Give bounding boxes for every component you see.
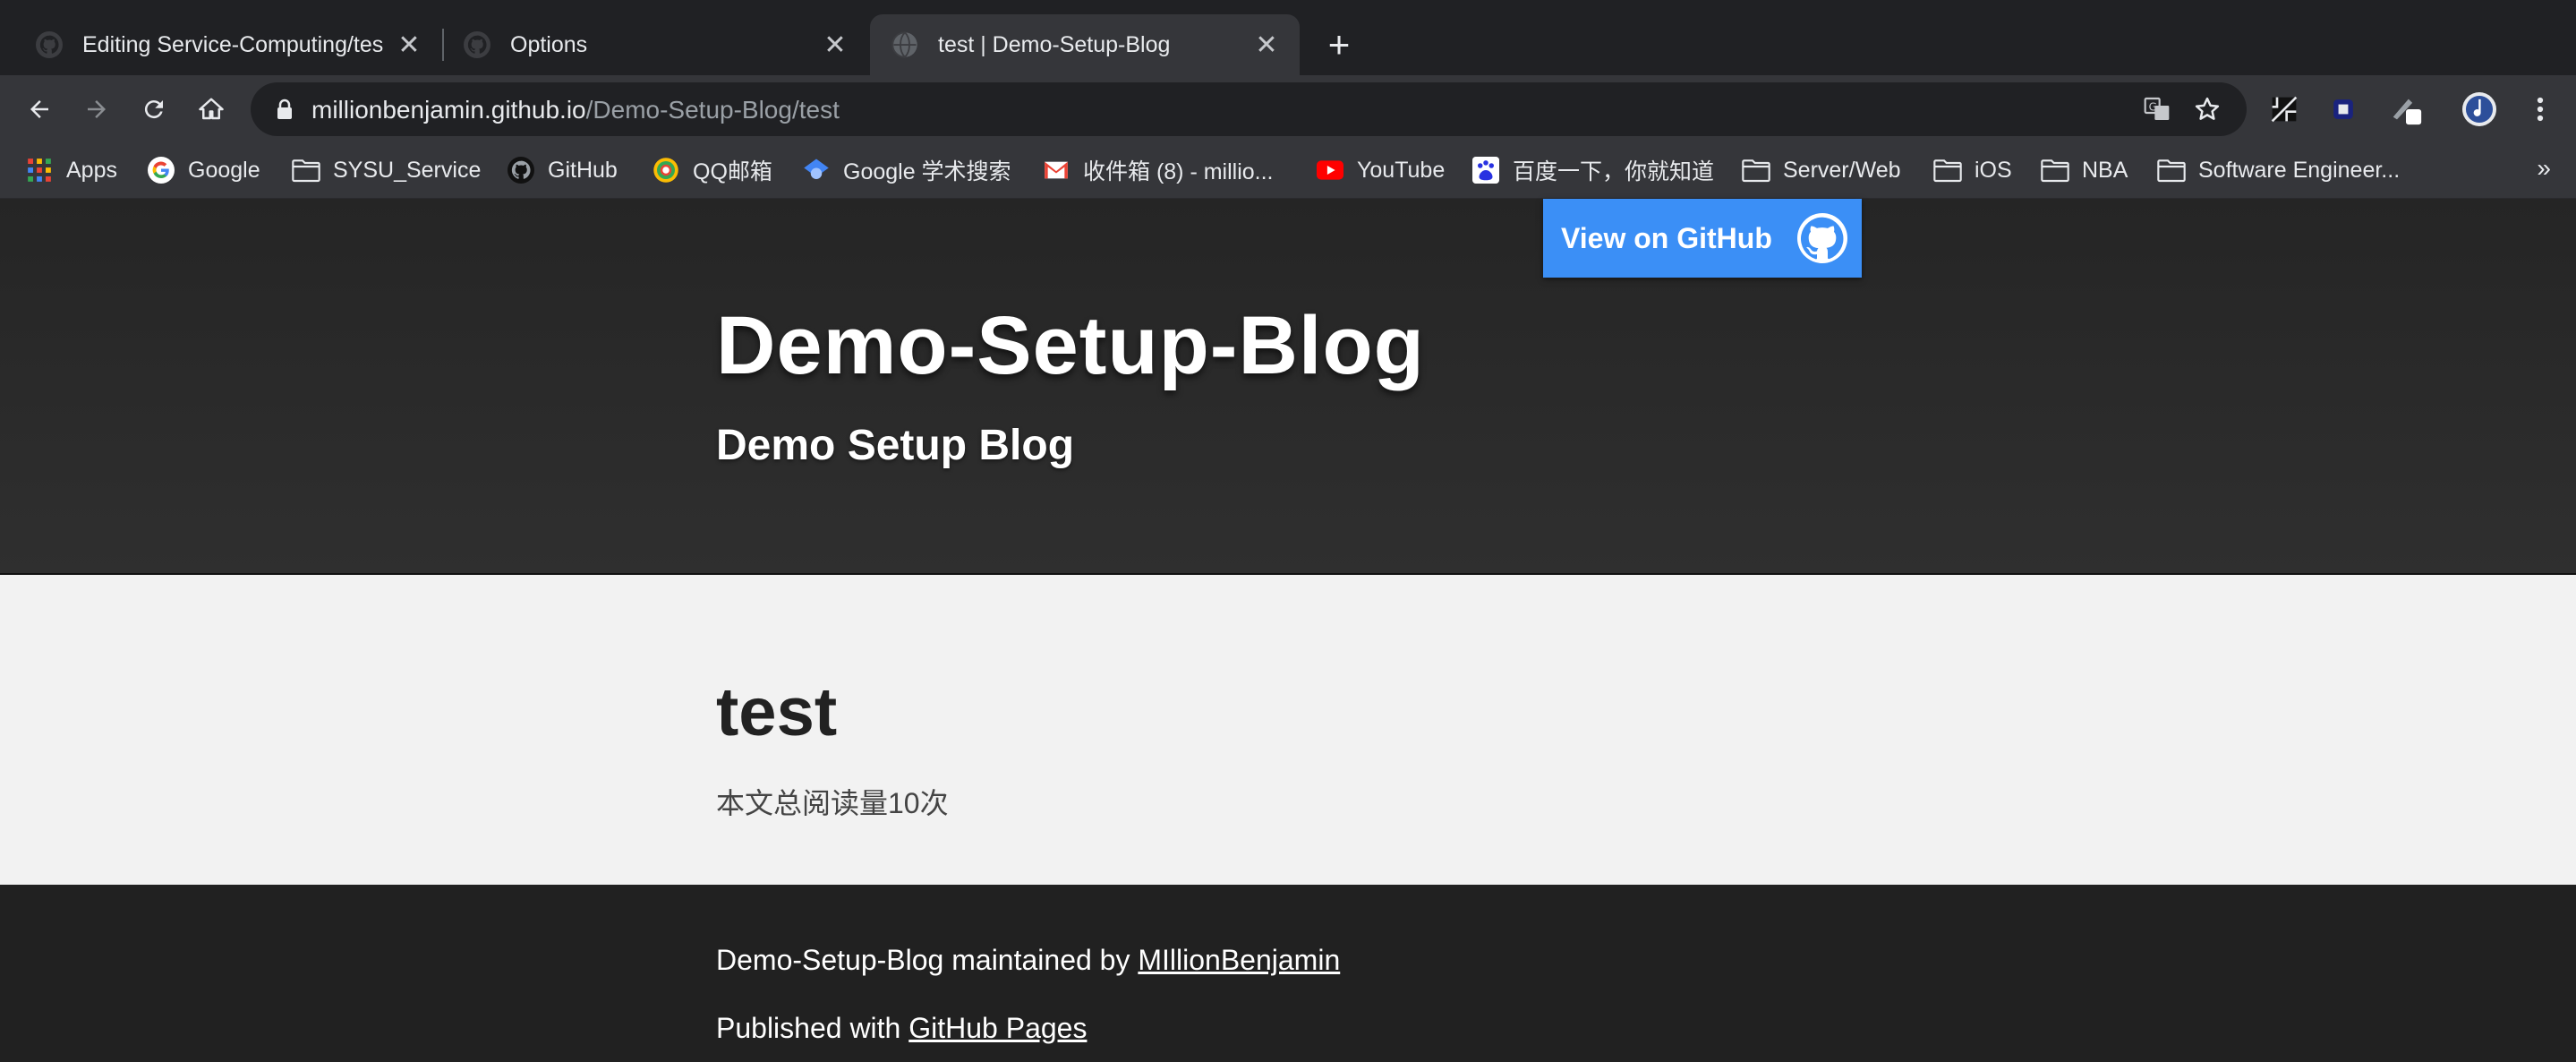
home-icon (199, 98, 224, 120)
bookmark-label: 收件箱 (8) - millio... (1083, 159, 1274, 184)
folder-icon (1933, 156, 1962, 184)
bookmark-baidu[interactable]: 百度一下，你就知道 (1471, 152, 1714, 188)
youtube-icon (1316, 156, 1344, 184)
bookmark-google[interactable]: Google (147, 152, 260, 188)
tab-title: Editing Service-Computing/tes (82, 31, 384, 57)
folder-icon (292, 156, 320, 184)
reload-icon (144, 100, 163, 119)
site-footer: Demo-Setup-Blog maintained by MIllionBen… (0, 885, 2576, 1062)
post-title: test (716, 674, 838, 750)
tab-title: test | Demo-Setup-Blog (938, 31, 1171, 57)
browser-toolbar: millionbenjamin.github.io/Demo-Setup-Blo… (0, 75, 2576, 143)
bookmark-label: 百度一下，你就知道 (1513, 159, 1715, 184)
bookmark-label: GitHub (548, 157, 618, 183)
back-button[interactable] (18, 88, 61, 131)
bookmark-label: Google 学术搜索 (843, 159, 1011, 184)
forward-arrow-icon (88, 100, 106, 118)
home-button[interactable] (190, 88, 233, 131)
bookmark-server-web[interactable]: Server/Web (1742, 152, 1901, 188)
bookmark-label: YouTube (1357, 157, 1446, 183)
globe-icon (891, 31, 918, 58)
github-icon (507, 156, 535, 184)
maintained-prefix: Demo-Setup-Blog maintained by (716, 944, 1139, 976)
post-content: test 本文总阅读量10次 (0, 575, 2576, 885)
github-icon (464, 31, 490, 58)
extension-screenshot-icon[interactable] (2263, 88, 2306, 131)
bookmark-google-scholar[interactable]: Google 学术搜索 (802, 152, 1011, 188)
menu-kebab-icon[interactable] (2519, 88, 2562, 131)
tab-editing-service-computing[interactable]: Editing Service-Computing/tes ✕ (0, 14, 442, 75)
profile-avatar-icon[interactable] (2458, 88, 2501, 131)
bookmark-label: Apps (66, 157, 117, 183)
url-path: /Demo-Setup-Blog/test (585, 96, 840, 124)
tab-options[interactable]: Options ✕ (444, 14, 868, 75)
tab-title: Options (510, 31, 588, 57)
bookmark-star-icon[interactable] (2189, 91, 2225, 127)
footer-published-line: Published with GitHub Pages (716, 1012, 1087, 1045)
gmail-icon (1042, 156, 1070, 184)
apps-grid-icon (25, 156, 54, 184)
bookmark-nba[interactable]: NBA (2041, 152, 2128, 188)
new-tab-button[interactable]: + (1318, 23, 1361, 66)
bookmark-label: Software Engineer... (2198, 157, 2401, 183)
site-title: Demo-Setup-Blog (716, 300, 1425, 391)
bookmarks-overflow-chevron-icon[interactable]: » (2537, 154, 2551, 183)
bookmark-qq-mail[interactable]: QQ邮箱 (652, 152, 772, 188)
view-on-github-button[interactable]: View on GitHub (1543, 199, 1862, 278)
bookmarks-bar: Apps Google SYSU_Service GitHub QQ邮箱 Goo… (0, 143, 2576, 199)
bookmark-sysu-service[interactable]: SYSU_Service (292, 152, 481, 188)
view-on-github-label: View on GitHub (1561, 221, 1772, 254)
bookmark-label: SYSU_Service (333, 157, 482, 183)
extension-pen-icon[interactable] (2384, 88, 2427, 131)
folder-icon (1742, 156, 1770, 184)
github-pages-link[interactable]: GitHub Pages (908, 1012, 1087, 1044)
github-icon (36, 31, 63, 58)
address-bar[interactable]: millionbenjamin.github.io/Demo-Setup-Blo… (251, 82, 2247, 136)
read-count: 本文总阅读量10次 (716, 787, 949, 819)
bookmark-ios[interactable]: iOS (1933, 152, 2012, 188)
baidu-icon (1471, 156, 1500, 184)
google-icon (147, 156, 175, 184)
bookmark-apps[interactable]: Apps (25, 152, 117, 188)
bookmark-label: QQ邮箱 (693, 159, 772, 184)
folder-icon (2157, 156, 2186, 184)
translate-icon[interactable]: G (2139, 91, 2175, 127)
site-description: Demo Setup Blog (716, 422, 1075, 469)
maintainer-link[interactable]: MIllionBenjamin (1138, 944, 1340, 976)
github-octocat-icon (1797, 213, 1847, 263)
tab-strip: Editing Service-Computing/tes ✕ Options … (0, 0, 2576, 75)
url-domain: millionbenjamin.github.io (311, 96, 586, 124)
bookmark-label: Server/Web (1783, 157, 1901, 183)
lock-icon[interactable] (276, 98, 294, 124)
published-prefix: Published with (716, 1012, 909, 1044)
bookmark-label: iOS (1975, 157, 2012, 183)
bookmark-youtube[interactable]: YouTube (1316, 152, 1445, 188)
tab-test-demo-setup-blog[interactable]: test | Demo-Setup-Blog ✕ (870, 14, 1300, 75)
close-icon[interactable]: ✕ (822, 30, 849, 60)
qq-mail-icon (652, 156, 680, 184)
folder-icon (2041, 156, 2069, 184)
bookmark-label: Google (188, 157, 260, 183)
svg-text:G: G (2149, 100, 2157, 113)
forward-button[interactable] (75, 88, 118, 131)
bookmark-software-engineer[interactable]: Software Engineer... (2157, 152, 2400, 188)
bookmark-github[interactable]: GitHub (507, 152, 618, 188)
scholar-icon (802, 156, 831, 184)
bookmark-gmail-inbox[interactable]: 收件箱 (8) - millio... (1042, 152, 1274, 188)
close-icon[interactable]: ✕ (396, 30, 422, 60)
extension-blue-square-icon[interactable] (2322, 88, 2365, 131)
back-arrow-icon (30, 100, 48, 118)
footer-maintained-line: Demo-Setup-Blog maintained by MIllionBen… (716, 944, 1340, 977)
site-header: View on GitHub Demo-Setup-Blog Demo Setu… (0, 199, 2576, 575)
bookmark-label: NBA (2082, 157, 2128, 183)
close-icon[interactable]: ✕ (1253, 30, 1280, 60)
reload-button[interactable] (132, 88, 175, 131)
url-text[interactable]: millionbenjamin.github.io/Demo-Setup-Blo… (311, 96, 840, 124)
